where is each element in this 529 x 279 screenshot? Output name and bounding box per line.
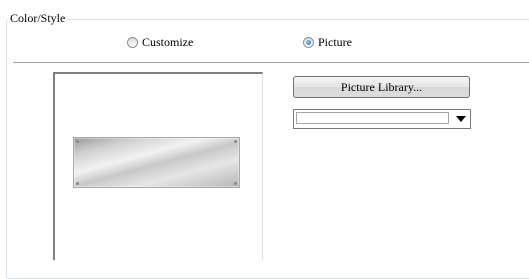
metal-plate-image	[73, 137, 240, 188]
radio-customize-circle[interactable]	[127, 36, 138, 48]
rivet-icon	[76, 140, 79, 143]
separator	[13, 62, 529, 64]
radio-picture[interactable]: Picture	[303, 34, 352, 50]
rivet-icon	[234, 182, 237, 185]
group-title: Color/Style	[8, 10, 68, 26]
picture-dropdown[interactable]	[293, 109, 471, 129]
radio-picture-label[interactable]: Picture	[318, 34, 352, 50]
picture-library-button[interactable]: Picture Library...	[293, 76, 470, 98]
rivet-icon	[234, 140, 237, 143]
rivet-icon	[76, 182, 79, 185]
radio-customize-label[interactable]: Customize	[142, 34, 193, 50]
chevron-down-icon[interactable]	[456, 116, 466, 122]
radio-customize[interactable]: Customize	[127, 34, 193, 50]
radio-picture-circle[interactable]	[303, 36, 314, 48]
picture-dropdown-field[interactable]	[296, 112, 449, 124]
picture-preview	[53, 72, 263, 260]
